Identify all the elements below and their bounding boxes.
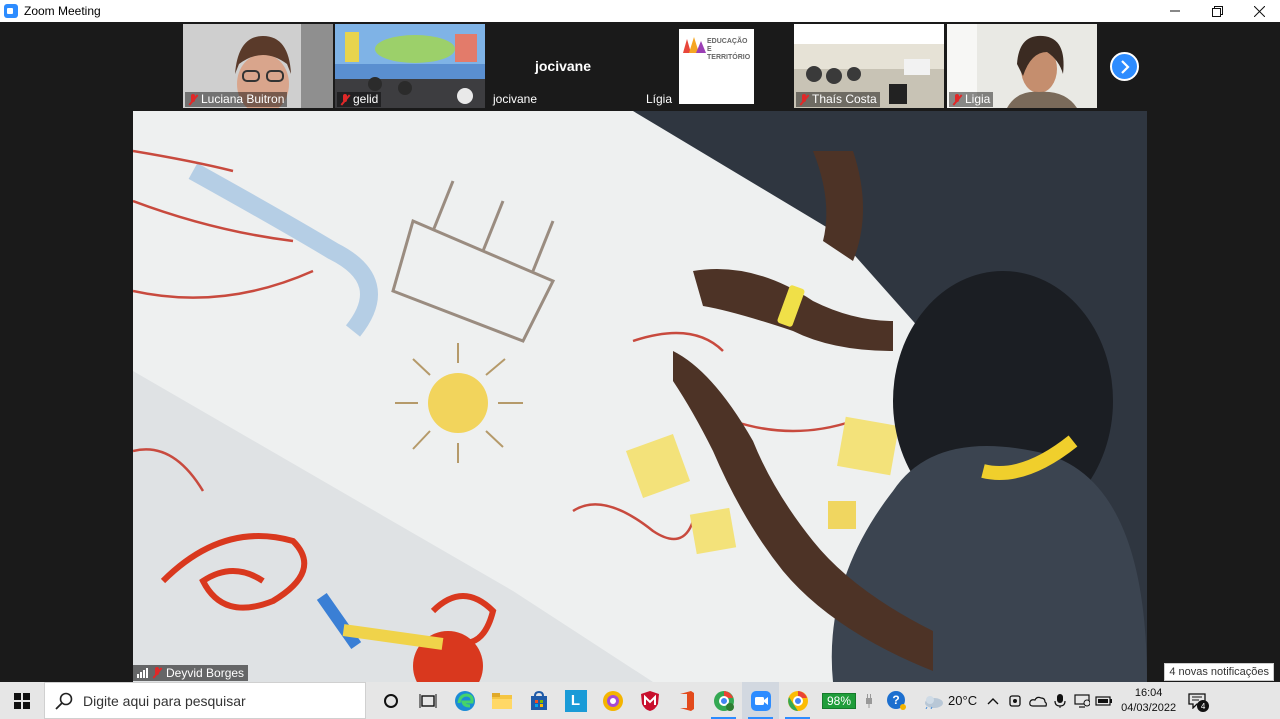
- clock-time: 16:04: [1134, 686, 1163, 699]
- participant-tile[interactable]: EDUCAÇÃO E TERRITÓRIO Lígia: [641, 24, 791, 108]
- app-letter-icon: L: [564, 689, 587, 712]
- windows-logo-icon: [14, 692, 30, 709]
- microphone-muted-icon: [188, 93, 198, 106]
- store-bag-icon: [530, 690, 547, 710]
- speaker-name-label: Deyvid Borges: [133, 665, 249, 681]
- camera-icon: [1009, 694, 1021, 707]
- participant-name-label: Luciana Buitron: [185, 92, 288, 107]
- participant-center-name: jocivane: [534, 58, 592, 74]
- network-button[interactable]: [1071, 682, 1093, 719]
- help-button[interactable]: ?: [882, 682, 912, 719]
- battery-indicator[interactable]: 98%: [822, 692, 857, 709]
- photos-app-button[interactable]: [594, 682, 631, 719]
- edge-icon: [454, 690, 475, 711]
- shield-m-icon: [640, 690, 659, 711]
- chevron-up-icon: [987, 697, 999, 704]
- cortana-circle-icon: [383, 693, 398, 708]
- participant-tile[interactable]: Ligia: [947, 24, 1097, 108]
- title-bar: Zoom Meeting: [0, 0, 1280, 22]
- participant-name-label: gelid: [337, 92, 382, 107]
- zoom-taskbar-button[interactable]: [742, 682, 779, 719]
- question-mark-icon: ?: [887, 690, 907, 710]
- participant-tile[interactable]: Luciana Buitron: [183, 24, 333, 108]
- participant-tile[interactable]: gelid: [335, 24, 485, 108]
- app-l-button[interactable]: L: [557, 682, 594, 719]
- zoom-icon: [750, 690, 771, 711]
- plug-icon: [866, 693, 873, 708]
- window-controls: [1154, 0, 1280, 22]
- next-page-button[interactable]: [1110, 52, 1139, 81]
- office-icon: [679, 690, 694, 711]
- microphone-muted-icon: [799, 93, 809, 106]
- active-speaker-video[interactable]: Deyvid Borges: [133, 111, 1147, 682]
- connection-signal-icon: [137, 668, 148, 678]
- chrome-icon: [787, 690, 808, 711]
- speaker-video-frame: [133, 111, 1147, 682]
- chrome-profile-button[interactable]: [705, 682, 742, 719]
- microphone-muted-icon: [340, 93, 350, 106]
- taskbar-search[interactable]: Digite aqui para pesquisar: [44, 682, 366, 719]
- participant-name-label: jocivane: [493, 92, 538, 106]
- search-placeholder: Digite aqui para pesquisar: [83, 692, 246, 709]
- task-view-button[interactable]: [409, 682, 446, 719]
- chrome-icon: [713, 690, 734, 711]
- microphone-icon: [1054, 693, 1066, 708]
- power-plug-button[interactable]: [856, 682, 882, 719]
- colorful-circle-icon: [602, 690, 623, 711]
- logo-mark-icon: [683, 37, 706, 53]
- meet-now-button[interactable]: [1005, 682, 1027, 719]
- clock-date: 04/03/2022: [1121, 701, 1177, 714]
- file-explorer-button[interactable]: [483, 682, 520, 719]
- onedrive-button[interactable]: [1027, 682, 1049, 719]
- chrome-button[interactable]: [779, 682, 816, 719]
- action-center-button[interactable]: 4: [1182, 682, 1212, 719]
- microphone-button[interactable]: [1049, 682, 1071, 719]
- network-icon: [1074, 693, 1091, 708]
- edge-browser-button[interactable]: [446, 682, 483, 719]
- participant-tile[interactable]: jocivane jocivane: [488, 24, 638, 108]
- task-view-icon: [419, 693, 436, 708]
- window-title: Zoom Meeting: [24, 4, 101, 18]
- organization-logo: EDUCAÇÃO E TERRITÓRIO: [679, 29, 754, 104]
- windows-taskbar: Digite aqui para pesquisar L 98% ? 20°C …: [0, 682, 1280, 719]
- folder-icon: [491, 692, 512, 709]
- system-clock[interactable]: 16:04 04/03/2022: [1121, 686, 1176, 716]
- weather-cloud-icon: [925, 695, 944, 709]
- minimize-button[interactable]: [1154, 0, 1196, 22]
- microphone-muted-icon: [152, 667, 162, 679]
- temperature-label: 20°C: [948, 693, 978, 708]
- battery-tray-button[interactable]: [1093, 682, 1115, 719]
- close-button[interactable]: [1238, 0, 1280, 22]
- notification-count-badge: 4: [1197, 700, 1210, 712]
- start-button[interactable]: [0, 682, 44, 719]
- search-icon: [55, 692, 73, 710]
- show-hidden-icons-button[interactable]: [981, 682, 1005, 719]
- store-button[interactable]: [520, 682, 557, 719]
- minimize-icon: [1170, 10, 1180, 12]
- battery-icon: [1095, 695, 1113, 706]
- office-button[interactable]: [668, 682, 705, 719]
- weather-button[interactable]: [920, 682, 946, 719]
- participant-name-label: Ligia: [949, 92, 994, 107]
- participant-name-label: Lígia: [646, 92, 673, 106]
- zoom-app-icon: [4, 4, 18, 18]
- svg-text:?: ?: [892, 693, 899, 707]
- microphone-muted-icon: [952, 93, 962, 106]
- restore-icon: [1211, 5, 1223, 17]
- mcafee-button[interactable]: [631, 682, 668, 719]
- system-tray: 20°C 16:04 04/03/2022 4: [920, 682, 1212, 719]
- cloud-icon: [1029, 696, 1048, 707]
- cortana-button[interactable]: [372, 682, 409, 719]
- restore-button[interactable]: [1196, 0, 1238, 22]
- participant-tile[interactable]: Thaís Costa: [794, 24, 944, 108]
- participant-name-label: Thaís Costa: [796, 92, 880, 107]
- close-icon: [1253, 5, 1265, 17]
- participant-strip: Luciana Buitron gelid jocivane jocivane: [0, 22, 1280, 110]
- notification-toast[interactable]: 4 novas notificações: [1164, 663, 1274, 681]
- chevron-right-icon: [1120, 59, 1130, 74]
